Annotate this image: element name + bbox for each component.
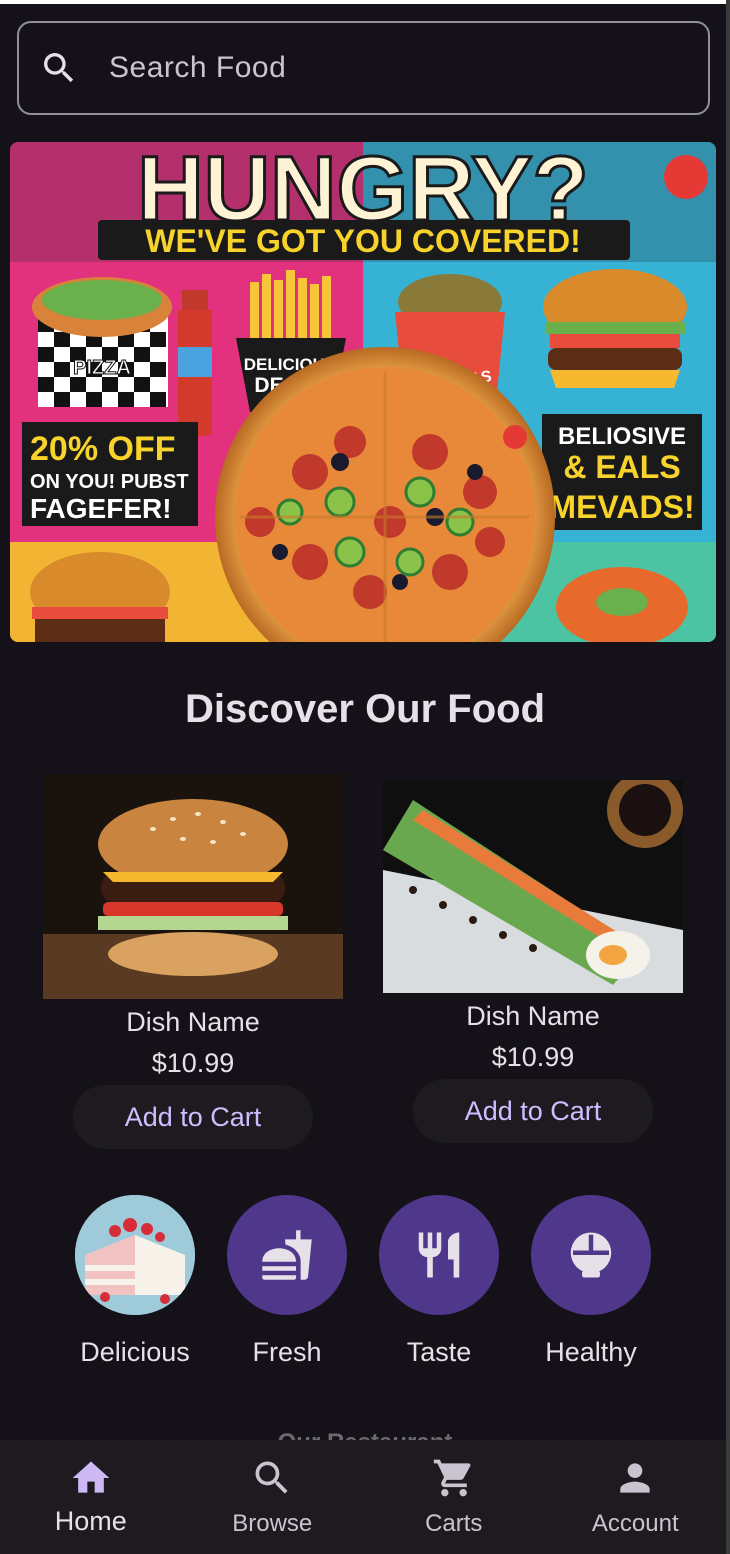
dish-name: Dish Name (466, 1001, 600, 1031)
nav-carts[interactable]: Carts (363, 1440, 545, 1554)
category-taste[interactable]: Taste (364, 1195, 514, 1368)
pizza-box-label: PIZZA (73, 357, 131, 379)
offer-line-1: 20% OFF (30, 430, 175, 468)
category-delicious[interactable]: Delicious (60, 1195, 210, 1368)
nav-home[interactable]: Home (0, 1440, 182, 1554)
category-label: Taste (406, 1337, 472, 1367)
sushi-image (383, 780, 683, 993)
top-strip (0, 0, 730, 4)
category-label: Fresh (252, 1337, 322, 1367)
category-label: Healthy (545, 1337, 637, 1367)
banner-subline: WE'VE GOT YOU COVERED! (145, 223, 581, 259)
small-burger-illustration (30, 552, 170, 642)
section-title: Discover Our Food (184, 687, 546, 731)
search-icon (255, 1461, 288, 1494)
burger-image (43, 774, 343, 999)
search-input[interactable] (109, 51, 669, 85)
nav-label: Carts (425, 1510, 483, 1537)
bottom-navigation: Home Browse Carts Account (0, 1440, 726, 1554)
dish-price: $10.99 (491, 1042, 575, 1072)
account-icon (620, 1463, 650, 1493)
nav-browse[interactable]: Browse (182, 1440, 364, 1554)
food-card-burger[interactable]: Dish Name $10.99 Add to Cart (43, 774, 343, 1149)
category-label: Delicious (80, 1337, 190, 1367)
offer-line-2: ON YOU! PUBST (30, 471, 189, 493)
pizza-box-illustration: PIZZA (32, 277, 172, 407)
promo-banner[interactable]: HUNGRY? WE'VE GOT YOU COVERED! PIZZA DEL… (10, 142, 716, 642)
search-bar[interactable] (17, 21, 710, 115)
section-heading-partial: Our Restaurant (0, 1428, 730, 1440)
window-edge (726, 0, 730, 1554)
category-fresh[interactable]: Fresh (212, 1195, 362, 1368)
offer-line-3: FAGEFER! (30, 493, 172, 524)
add-to-cart-button[interactable]: Add to Cart (73, 1085, 313, 1149)
nav-label: Browse (232, 1510, 313, 1537)
home-icon (72, 1461, 110, 1493)
burger-illustration (543, 269, 687, 388)
rice-bowl-icon (531, 1195, 651, 1315)
promo-line-1: BELIOSIVE (558, 423, 686, 450)
nav-account[interactable]: Account (545, 1440, 727, 1554)
cart-icon (433, 1459, 471, 1497)
nav-label: Account (591, 1510, 679, 1537)
add-to-cart-button[interactable]: Add to Cart (413, 1079, 653, 1143)
nav-label: Home (54, 1506, 127, 1536)
food-card-sushi[interactable]: Dish Name $10.99 Add to Cart (383, 780, 683, 1143)
tomato-decor (503, 425, 527, 449)
promo-line-2: & EALS (563, 449, 680, 485)
soda-bottle-illustration (178, 290, 212, 436)
promo-line-3: MEVADS! (549, 489, 694, 525)
search-icon (44, 53, 74, 83)
fastfood-icon (227, 1195, 347, 1315)
strawberry-decor (664, 155, 708, 199)
dish-price: $10.99 (151, 1048, 235, 1078)
cake-icon (75, 1195, 195, 1315)
restaurant-icon (379, 1195, 499, 1315)
category-healthy[interactable]: Healthy (516, 1195, 666, 1368)
dish-name: Dish Name (126, 1007, 260, 1037)
